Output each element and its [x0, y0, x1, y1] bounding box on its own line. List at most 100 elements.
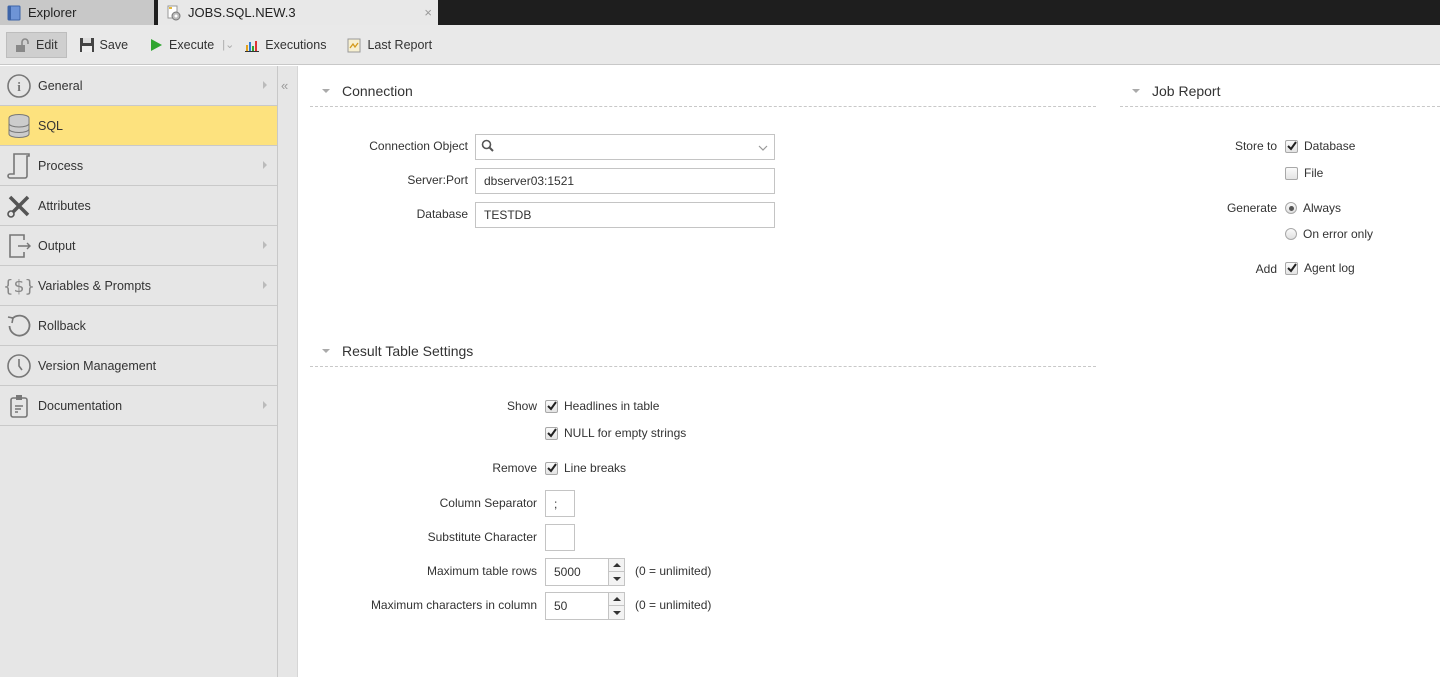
database-input[interactable]: TESTDB: [475, 202, 775, 228]
radio-label: Always: [1303, 201, 1342, 215]
result-table-section-header[interactable]: Result Table Settings: [322, 343, 473, 359]
show-label: Show: [506, 399, 537, 413]
checkbox-label: Agent log: [1304, 261, 1355, 275]
execute-button[interactable]: Execute: [140, 32, 222, 58]
max-chars-column-stepper[interactable]: 50: [545, 592, 625, 620]
database-icon: [0, 106, 38, 146]
sidebar-item-label: Attributes: [38, 198, 91, 213]
radio-selected-icon: [1285, 202, 1297, 214]
job-report-section-header[interactable]: Job Report: [1132, 83, 1220, 99]
connection-section-header[interactable]: Connection: [322, 83, 413, 99]
tab-label: Explorer: [28, 5, 77, 20]
sidebar-item-rollback[interactable]: Rollback: [0, 306, 277, 346]
checkbox-label: Line breaks: [564, 461, 627, 475]
collapse-sidebar-icon[interactable]: «: [281, 78, 288, 93]
store-to-label: Store to: [1234, 139, 1277, 153]
sidebar-item-process[interactable]: Process: [0, 146, 277, 186]
store-file-checkbox[interactable]: File: [1285, 166, 1323, 180]
unlock-icon: [15, 37, 31, 53]
sidebar-item-attributes[interactable]: Attributes: [0, 186, 277, 226]
chevron-right-icon: [263, 241, 267, 249]
clipboard-icon: [0, 386, 38, 426]
last-report-button[interactable]: Last Report: [338, 32, 440, 58]
checkbox-checked-icon: [545, 399, 558, 413]
floppy-disk-icon: [79, 37, 95, 53]
max-table-rows-value: 5000: [554, 565, 581, 579]
sidebar-item-documentation[interactable]: Documentation: [0, 386, 277, 426]
max-chars-column-label: Maximum characters in column: [370, 598, 537, 612]
divider: [310, 366, 1096, 367]
collapse-triangle-icon[interactable]: [1132, 89, 1140, 93]
sidebar-item-output[interactable]: Output: [0, 226, 277, 266]
null-empty-strings-checkbox[interactable]: NULL for empty strings: [545, 426, 686, 440]
tools-icon: [0, 186, 38, 226]
sidebar-item-sql[interactable]: SQL: [0, 106, 277, 146]
increment-arrow-icon[interactable]: [609, 559, 624, 572]
sidebar-item-variables-prompts[interactable]: {$} Variables & Prompts: [0, 266, 277, 306]
save-label: Save: [99, 37, 129, 52]
collapse-triangle-icon[interactable]: [322, 349, 330, 353]
radio-unselected-icon: [1285, 228, 1297, 240]
chevron-down-icon[interactable]: [758, 142, 768, 156]
database-value: TESTDB: [484, 208, 532, 222]
headlines-checkbox[interactable]: Headlines in table: [545, 399, 659, 413]
line-breaks-checkbox[interactable]: Line breaks: [545, 461, 626, 475]
sidebar-item-general[interactable]: i General: [0, 66, 277, 106]
save-button[interactable]: Save: [71, 32, 137, 58]
add-agent-log-checkbox[interactable]: Agent log: [1285, 261, 1355, 275]
database-label: Database: [416, 207, 468, 221]
max-chars-column-hint: (0 = unlimited): [635, 598, 712, 612]
script-icon: [0, 146, 38, 186]
substitute-character-label: Substitute Character: [427, 530, 537, 544]
svg-text:i: i: [17, 79, 21, 94]
checkbox-checked-icon: [1285, 261, 1298, 275]
chevron-right-icon: [263, 161, 267, 169]
chevron-right-icon: [263, 281, 267, 289]
section-title: Result Table Settings: [342, 343, 474, 359]
collapse-triangle-icon[interactable]: [322, 89, 330, 93]
toolbar: Edit Save Execute |⌄ Executions Last Rep…: [0, 25, 1440, 65]
server-port-input[interactable]: dbserver03:1521: [475, 168, 775, 194]
tab-job-sql[interactable]: JOBS.SQL.NEW.3 ×: [158, 0, 438, 25]
remove-label: Remove: [492, 461, 537, 475]
checkbox-label: File: [1304, 166, 1324, 180]
execute-dropdown-chevron-icon[interactable]: |⌄: [222, 38, 234, 51]
report-icon: [346, 37, 362, 53]
divider: [1120, 106, 1440, 107]
checkbox-checked-icon: [545, 426, 558, 440]
close-icon[interactable]: ×: [424, 5, 432, 20]
chevron-right-icon: [263, 401, 267, 409]
bar-chart-icon: [244, 37, 260, 53]
max-table-rows-stepper[interactable]: 5000: [545, 558, 625, 586]
clock-icon: [0, 346, 38, 386]
tab-explorer[interactable]: Explorer: [0, 0, 154, 25]
sidebar: i General SQL Process Attributes Output …: [0, 66, 278, 677]
generate-on-error-radio[interactable]: On error only: [1285, 227, 1373, 241]
sidebar-item-version-management[interactable]: Version Management: [0, 346, 277, 386]
executions-label: Executions: [265, 37, 327, 52]
tab-strip: Explorer JOBS.SQL.NEW.3 ×: [0, 0, 1440, 25]
output-icon: [0, 226, 38, 266]
search-icon: [481, 139, 495, 156]
edit-button[interactable]: Edit: [6, 31, 67, 58]
sidebar-item-label: Version Management: [38, 358, 157, 373]
decrement-arrow-icon[interactable]: [609, 606, 624, 619]
generate-always-radio[interactable]: Always: [1285, 201, 1341, 215]
sidebar-collapse-strip: «: [278, 66, 298, 677]
add-label: Add: [1255, 262, 1277, 276]
increment-arrow-icon[interactable]: [609, 593, 624, 606]
sidebar-item-label: Rollback: [38, 318, 86, 333]
checkbox-label: Database: [1304, 139, 1356, 153]
checkbox-label: NULL for empty strings: [564, 426, 687, 440]
connection-object-select[interactable]: [475, 134, 775, 160]
substitute-character-input[interactable]: [545, 524, 575, 551]
store-database-checkbox[interactable]: Database: [1285, 139, 1355, 153]
executions-button[interactable]: Executions: [236, 32, 334, 58]
divider: [310, 106, 1096, 107]
sidebar-item-label: Process: [38, 158, 84, 173]
last-report-label: Last Report: [367, 37, 433, 52]
decrement-arrow-icon[interactable]: [609, 572, 624, 585]
generate-label: Generate: [1226, 201, 1277, 215]
column-separator-input[interactable]: ;: [545, 490, 575, 517]
sidebar-item-label: Variables & Prompts: [38, 278, 152, 293]
